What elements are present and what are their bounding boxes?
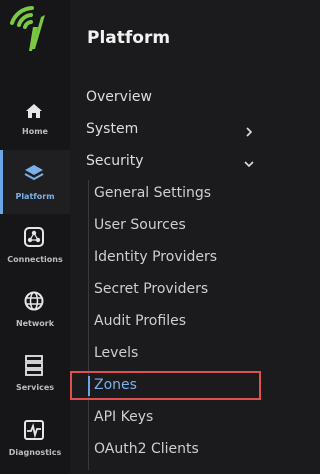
rail-item-label: Connections	[7, 255, 63, 264]
active-indicator	[0, 150, 3, 214]
submenu-item-general-settings[interactable]: General Settings	[94, 180, 254, 208]
home-icon	[23, 100, 45, 122]
connections-icon	[23, 226, 45, 248]
submenu-item-api-keys[interactable]: API Keys	[94, 404, 254, 432]
submenu-item-label: Audit Profiles	[94, 313, 186, 329]
menu-item-label: System	[86, 121, 139, 137]
platform-nav-panel: Platform Overview System Security Genera…	[70, 0, 263, 474]
rail-item-services[interactable]: Services	[0, 348, 70, 412]
submenu-item-label: Zones	[94, 377, 137, 393]
submenu-item-label: User Sources	[94, 217, 186, 233]
menu-item-label: Security	[86, 153, 144, 169]
chevron-down-icon	[244, 157, 254, 168]
submenu-item-zones[interactable]: Zones	[94, 372, 254, 400]
submenu-item-audit-profiles[interactable]: Audit Profiles	[94, 308, 254, 336]
submenu-item-label: Levels	[94, 345, 139, 361]
rail-item-label: Network	[15, 319, 55, 328]
rail-item-label: Services	[15, 383, 55, 392]
rail-item-platform[interactable]: Platform	[0, 150, 70, 214]
submenu-divider	[88, 180, 89, 470]
icon-rail: Home Platform Connections Network Servic…	[0, 0, 70, 474]
submenu-item-secret-providers[interactable]: Secret Providers	[94, 276, 254, 304]
submenu-item-label: OAuth2 Clients	[94, 441, 199, 457]
submenu-item-oauth2-clients[interactable]: OAuth2 Clients	[94, 436, 254, 464]
submenu-item-label: Identity Providers	[94, 249, 218, 265]
submenu-item-identity-providers[interactable]: Identity Providers	[94, 244, 254, 272]
rail-item-label: Home	[22, 127, 48, 136]
selected-item-marker	[88, 376, 90, 396]
layers-icon	[23, 162, 45, 184]
submenu-item-label: Secret Providers	[94, 281, 209, 297]
rail-item-diagnostics[interactable]: Diagnostics	[0, 410, 70, 474]
submenu-item-label: General Settings	[94, 185, 212, 201]
menu-item-security[interactable]: Security	[86, 148, 256, 176]
menu-item-overview[interactable]: Overview	[86, 84, 256, 112]
submenu-item-levels[interactable]: Levels	[94, 340, 254, 368]
rail-item-label: Platform	[15, 192, 55, 201]
rail-item-connections[interactable]: Connections	[0, 220, 70, 284]
menu-item-system[interactable]: System	[86, 116, 256, 144]
app-logo[interactable]	[0, 0, 70, 68]
panel-title: Platform	[87, 28, 171, 48]
rail-item-home[interactable]: Home	[0, 92, 70, 156]
rail-item-label: Diagnostics	[8, 448, 62, 457]
services-icon	[23, 354, 45, 376]
submenu-item-label: API Keys	[94, 409, 154, 425]
globe-icon	[23, 290, 45, 312]
rail-item-network[interactable]: Network	[0, 284, 70, 348]
submenu-item-user-sources[interactable]: User Sources	[94, 212, 254, 240]
menu-item-label: Overview	[86, 89, 152, 105]
logo-icon	[10, 6, 45, 51]
chevron-right-icon	[244, 125, 254, 137]
diagnostics-icon	[23, 419, 45, 441]
